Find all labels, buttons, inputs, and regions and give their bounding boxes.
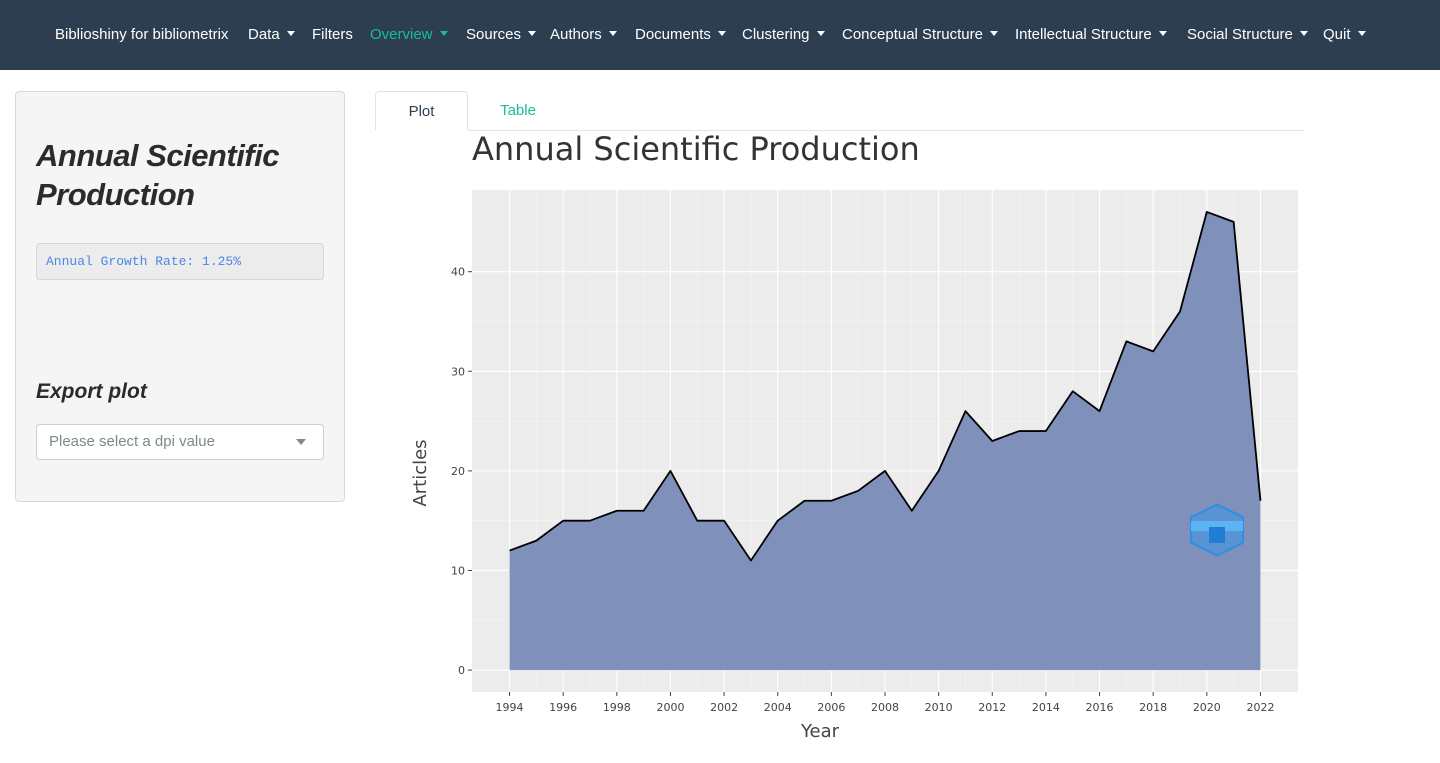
sidebar-title: Annual Scientific Production: [36, 138, 279, 212]
x-tick-label: 2014: [1032, 701, 1060, 714]
x-tick-label: 1998: [603, 701, 631, 714]
x-tick-label: 2004: [764, 701, 792, 714]
chevron-down-icon: [1158, 31, 1167, 36]
chart-title: Annual Scientific Production: [472, 130, 920, 168]
annual-production-chart: Annual Scientific Production 0 10 20 30 40 199…: [410, 130, 1298, 742]
x-tick-label: 1994: [496, 701, 524, 714]
navbar: Biblioshiny for bibliometrix Data Filter…: [0, 0, 1440, 70]
chevron-down-icon: [286, 31, 295, 36]
nav-documents[interactable]: Documents: [635, 0, 726, 70]
nav-data[interactable]: Data: [248, 0, 295, 70]
x-tick-label: 1996: [549, 701, 577, 714]
y-tick-label: 30: [451, 365, 465, 378]
x-tick-label: 2006: [817, 701, 845, 714]
dpi-select[interactable]: Please select a dpi value: [36, 424, 324, 460]
x-tick-label: 2020: [1193, 701, 1221, 714]
tab-table[interactable]: Table: [478, 91, 558, 131]
export-plot-heading: Export plot: [36, 380, 147, 403]
navbar-brand[interactable]: Biblioshiny for bibliometrix: [55, 0, 228, 70]
nav-overview[interactable]: Overview: [370, 0, 448, 70]
nav-intellectual-structure[interactable]: Intellectual Structure: [1015, 0, 1167, 70]
nav-authors[interactable]: Authors: [550, 0, 617, 70]
tab-plot[interactable]: Plot: [375, 91, 468, 131]
nav-social-structure[interactable]: Social Structure: [1187, 0, 1308, 70]
chevron-down-icon: [1357, 31, 1366, 36]
x-axis-title: Year: [800, 721, 840, 742]
growth-rate-output: Annual Growth Rate: 1.25%: [36, 243, 324, 280]
chevron-down-icon: [528, 31, 537, 36]
y-axis-title: Articles: [410, 439, 431, 506]
x-tick-label: 2018: [1139, 701, 1167, 714]
x-tick-label: 2010: [925, 701, 953, 714]
x-tick-label: 2016: [1086, 701, 1114, 714]
y-tick-label: 40: [451, 266, 465, 279]
chevron-down-icon: [608, 31, 617, 36]
chevron-down-icon: [1299, 31, 1308, 36]
chevron-down-icon: [717, 31, 726, 36]
nav-sources[interactable]: Sources: [466, 0, 537, 70]
chevron-down-icon: [296, 439, 306, 445]
nav-quit[interactable]: Quit: [1323, 0, 1366, 70]
y-tick-label: 10: [451, 564, 465, 577]
x-tick-label: 2002: [710, 701, 738, 714]
chevron-down-icon: [989, 31, 998, 36]
x-tick-label: 2008: [871, 701, 899, 714]
dpi-select-placeholder: Please select a dpi value: [49, 433, 215, 450]
x-tick-label: 2012: [978, 701, 1006, 714]
sidebar-panel: Annual Scientific Production Annual Grow…: [15, 91, 345, 502]
nav-conceptual-structure[interactable]: Conceptual Structure: [842, 0, 998, 70]
x-tick-label: 2000: [656, 701, 684, 714]
nav-clustering[interactable]: Clustering: [742, 0, 825, 70]
chevron-down-icon: [439, 31, 448, 36]
y-tick-label: 0: [458, 664, 465, 677]
nav-filters[interactable]: Filters: [312, 0, 353, 70]
y-tick-label: 20: [451, 465, 465, 478]
x-tick-label: 2022: [1246, 701, 1274, 714]
chevron-down-icon: [816, 31, 825, 36]
